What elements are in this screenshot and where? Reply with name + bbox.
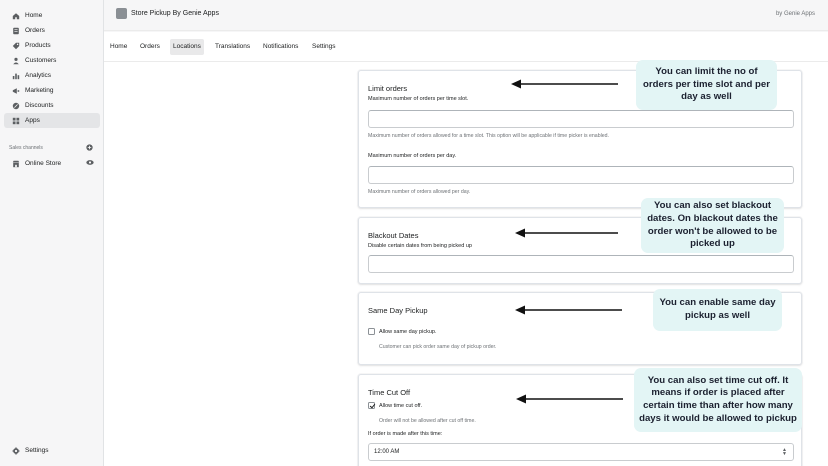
sidebar-item-settings[interactable]: Settings [4, 443, 100, 458]
annotation-arrow-blackout [515, 228, 618, 238]
sidebar-item-analytics[interactable]: Analytics [4, 68, 100, 83]
blackout-dates-input[interactable] [368, 255, 794, 273]
sidebar-item-home[interactable]: Home [4, 8, 100, 23]
cut-off-time-select[interactable]: 12:00 AM ▲ ▼ [368, 443, 794, 461]
time-cut-off-checkbox[interactable] [368, 402, 375, 409]
marketing-icon [12, 87, 20, 95]
per-day-help: Maximum number of orders allowed per day… [368, 189, 471, 195]
app-title: Store Pickup By Genie Apps [131, 10, 219, 17]
eye-icon[interactable] [86, 159, 94, 166]
per-slot-help: Maximum number of orders allowed for a t… [368, 133, 609, 139]
sidebar-item-label: Customers [25, 57, 57, 64]
sidebar-item-apps[interactable]: Apps [4, 113, 100, 128]
card-title: Blackout Dates [368, 231, 419, 240]
apps-icon [12, 117, 20, 125]
card-title: Limit orders [368, 84, 408, 93]
time-cut-off-checkbox-label[interactable]: Allow time cut off. [379, 403, 422, 409]
per-slot-label: Maximum number of orders per time slot. [368, 96, 469, 102]
sidebar-item-products[interactable]: Products [4, 38, 100, 53]
customers-icon [12, 57, 20, 65]
discounts-icon [12, 102, 20, 110]
per-day-label: Maximum number of orders per day. [368, 153, 457, 159]
card-title: Time Cut Off [368, 388, 411, 397]
tab-home[interactable]: Home [107, 39, 130, 55]
home-icon [12, 12, 20, 20]
cut-off-select-label: If order is made after this time: [368, 431, 443, 437]
same-day-checkbox-label[interactable]: Allow same day pickup. [379, 329, 436, 335]
blackout-subtitle: Disable certain dates from being picked … [368, 243, 472, 249]
annotation-arrow-cutoff [516, 394, 623, 404]
tab-translations[interactable]: Translations [212, 39, 253, 55]
sidebar-item-label: Products [25, 42, 51, 49]
max-orders-per-slot-input[interactable] [368, 110, 794, 128]
sidebar-item-label: Marketing [25, 87, 54, 94]
sidebar-item-label: Apps [25, 117, 40, 124]
sidebar-item-orders[interactable]: Orders [4, 23, 100, 38]
max-orders-per-day-input[interactable] [368, 166, 794, 184]
add-channel-icon[interactable] [86, 144, 93, 151]
select-caret-icon: ▲ ▼ [782, 447, 787, 457]
sidebar-item-label: Settings [25, 447, 49, 454]
same-day-help: Customer can pick order same day of pick… [379, 344, 497, 350]
annotation-bubble-blackout: You can also set blackout dates. On blac… [641, 198, 784, 253]
app-logo-icon [116, 8, 127, 19]
cut-off-time-value: 12:00 AM [374, 449, 400, 455]
time-cut-off-help: Order will not be allowed after cut off … [379, 418, 476, 424]
sidebar-item-label: Online Store [25, 160, 62, 167]
annotation-bubble-cutoff: You can also set time cut off. It means … [634, 368, 802, 432]
sidebar-item-customers[interactable]: Customers [4, 53, 100, 68]
annotation-arrow-same-day [515, 305, 622, 315]
tab-locations[interactable]: Locations [170, 39, 204, 55]
sidebar-item-label: Home [25, 12, 43, 19]
tab-notifications[interactable]: Notifications [260, 39, 301, 55]
sidebar-item-label: Analytics [25, 72, 52, 79]
annotation-arrow-limit [511, 79, 618, 89]
sidebar-item-discounts[interactable]: Discounts [4, 98, 100, 113]
annotation-bubble-same-day: You can enable same day pickup as well [653, 289, 782, 331]
products-icon [12, 42, 20, 50]
annotation-bubble-limit: You can limit the no of orders per time … [636, 60, 777, 110]
sidebar-item-label: Orders [25, 27, 45, 34]
app-header: Store Pickup By Genie Apps by Genie Apps [104, 0, 828, 31]
gear-icon [12, 446, 20, 455]
sales-channels-title: Sales channels [9, 145, 43, 151]
sidebar-item-label: Discounts [25, 102, 54, 109]
analytics-icon [12, 72, 20, 80]
sidebar-item-marketing[interactable]: Marketing [4, 83, 100, 98]
tab-settings[interactable]: Settings [309, 39, 339, 55]
sidebar: Home Orders Products Customers Analytics… [0, 0, 104, 466]
developer-label[interactable]: by Genie Apps [776, 11, 815, 17]
card-title: Same Day Pickup [368, 306, 428, 315]
same-day-checkbox[interactable] [368, 328, 375, 335]
app-tabs: Home Orders Locations Translations Notif… [104, 32, 828, 62]
store-icon [12, 160, 20, 168]
tab-orders[interactable]: Orders [137, 39, 163, 55]
orders-icon [12, 27, 20, 35]
